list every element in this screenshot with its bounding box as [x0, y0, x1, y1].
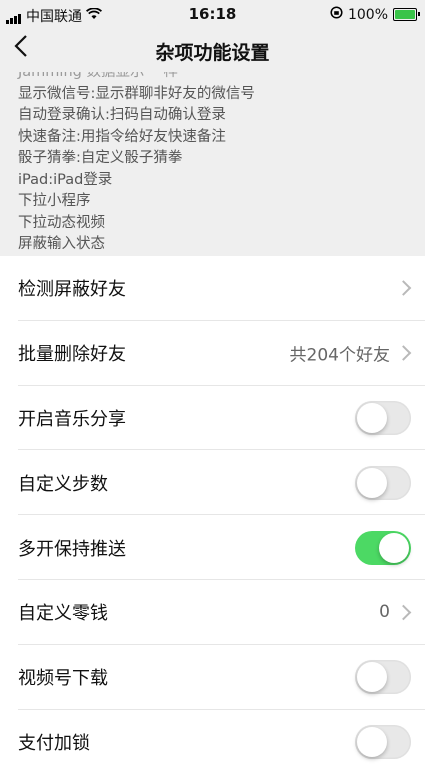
description-line: 下拉动态视频 [18, 214, 105, 231]
row-label: 开启音乐分享 [18, 408, 126, 430]
chevron-right-icon [395, 280, 412, 297]
row-label: 批量删除好友 [18, 344, 126, 366]
row-keep-push: 多开保持推送 [0, 515, 425, 580]
row-custom-steps: 自定义步数 [0, 450, 425, 516]
description-panel: Jamming 数据显示 一样 显示微信号:显示群聊非好友的微信号 自动登录确认… [0, 72, 425, 256]
friend-count-value: 共204个好友 [289, 345, 390, 366]
row-detect-blocked-friends[interactable]: 检测屏蔽好友 [0, 256, 425, 321]
row-label: 检测屏蔽好友 [18, 279, 126, 301]
keep-push-toggle[interactable] [355, 530, 411, 565]
status-right: 100% [330, 6, 420, 23]
music-share-toggle[interactable] [355, 400, 411, 435]
description-line: iPad:iPad登录 [18, 171, 113, 188]
row-channels-download: 视频号下载 [0, 645, 425, 710]
description-line: Jamming 数据显示 一样 [18, 72, 179, 80]
change-value: 0 [379, 602, 390, 623]
orientation-lock-icon [330, 6, 343, 23]
page-title: 杂项功能设置 [155, 42, 270, 64]
row-music-share: 开启音乐分享 [0, 386, 425, 451]
channels-download-toggle[interactable] [355, 660, 411, 695]
nav-bar: 杂项功能设置 [0, 30, 425, 72]
description-line: 下拉小程序 [18, 193, 91, 209]
description-line: 快速备注:用指令给好友快速备注 [18, 128, 226, 145]
row-label: 自定义零钱 [18, 603, 108, 625]
row-label: 自定义步数 [18, 473, 108, 495]
chevron-right-icon [395, 345, 412, 361]
description-line: 屏蔽输入状态 [18, 236, 105, 252]
row-custom-change[interactable]: 自定义零钱 0 [0, 580, 425, 645]
custom-steps-toggle[interactable] [355, 465, 411, 500]
status-bar: 中国联通 16:18 100% [0, 0, 425, 30]
settings-list: 检测屏蔽好友 批量删除好友 共204个好友 开启音乐分享 自定义步数 多开保持推… [0, 256, 425, 774]
description-line: 骰子猜拳:自定义骰子猜拳 [18, 150, 183, 166]
row-label: 支付加锁 [18, 732, 90, 754]
battery-icon [393, 8, 420, 21]
payment-lock-toggle[interactable] [355, 724, 411, 759]
row-label: 视频号下载 [18, 668, 108, 690]
row-batch-delete-friends[interactable]: 批量删除好友 共204个好友 [0, 321, 425, 386]
row-payment-lock: 支付加锁 [0, 710, 425, 774]
description-line: 自动登录确认:扫码自动确认登录 [18, 107, 226, 123]
description-line: 显示微信号:显示群聊非好友的微信号 [18, 85, 255, 102]
row-label: 多开保持推送 [18, 538, 126, 560]
battery-percent: 100% [347, 6, 388, 23]
chevron-right-icon [395, 604, 412, 621]
